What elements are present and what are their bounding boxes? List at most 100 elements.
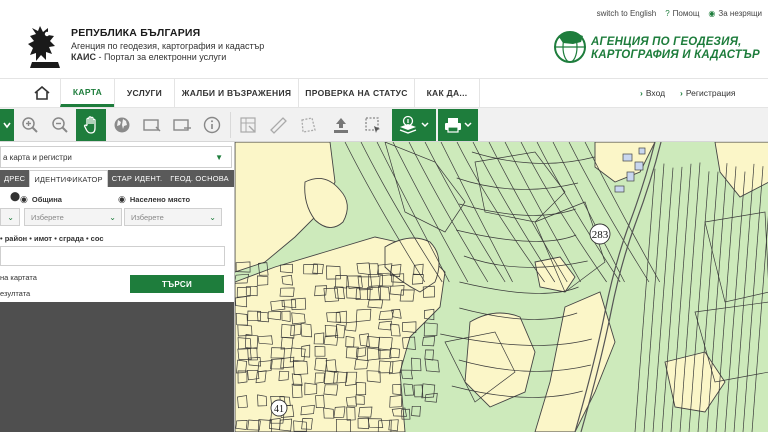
- agency-name-line2: КАРТОГРАФИЯ И КАДАСТЪР: [591, 49, 760, 61]
- settlement-select-value: Изберете: [131, 212, 164, 222]
- zoom-in-button[interactable]: [16, 109, 44, 141]
- question-icon: ?: [665, 9, 670, 18]
- portal-line: КАИС - Портал за електронни услуги: [71, 52, 321, 62]
- map-register-dropdown[interactable]: а карта и регистри ▼: [0, 146, 232, 168]
- map-label-41-text: 41: [274, 404, 284, 415]
- chevron-down-icon: ▼: [215, 153, 223, 162]
- switch-language-link[interactable]: switch to English: [597, 9, 657, 18]
- location-pin-icon: ◉: [118, 194, 126, 204]
- search-tabs: ДРЕС ИДЕНТИФИКАТОР СТАР ИДЕНТ. ГЕОД. ОСН…: [0, 170, 234, 187]
- coat-of-arms-logo: [28, 26, 60, 68]
- visually-impaired-link[interactable]: ◉ За незрящи: [708, 9, 762, 18]
- eye-icon: ◉: [708, 9, 716, 18]
- measure-grid-button[interactable]: [234, 109, 262, 141]
- info-icon: [203, 116, 221, 134]
- show-on-map-option[interactable]: на картата: [0, 273, 37, 282]
- visually-impaired-label: За незрящи: [718, 9, 762, 18]
- header: switch to English ? Помощ ◉ За незрящи Р…: [0, 0, 768, 76]
- nav-item-services[interactable]: УСЛУГИ: [114, 79, 174, 107]
- zoom-out-button[interactable]: [46, 109, 74, 141]
- brand-title: РЕПУБЛИКА БЪЛГАРИЯ: [71, 27, 201, 39]
- municipality-label: Община: [31, 195, 62, 204]
- brand-subtitle: Агенция по геодезия, картография и кадас…: [71, 41, 265, 51]
- help-link[interactable]: ? Помощ: [665, 9, 699, 18]
- agency-name-line1: АГЕНЦИЯ ПО ГЕОДЕЗИЯ,: [591, 36, 742, 48]
- page: switch to English ? Помощ ◉ За незрящи Р…: [0, 0, 768, 432]
- settlement-select[interactable]: Изберете ⌄: [124, 208, 222, 226]
- zoom-out-icon: [52, 117, 68, 133]
- ruler-button[interactable]: [264, 109, 292, 141]
- select-rectangle-icon: [143, 119, 161, 132]
- layers-icon: [399, 115, 429, 134]
- select-area-icon: [173, 119, 191, 131]
- chevron-down-icon: [3, 122, 11, 129]
- portal-prefix: КАИС: [71, 52, 96, 62]
- polygon-button[interactable]: [294, 109, 322, 141]
- tab-geodetic-base[interactable]: ГЕОД. ОСНОВА: [166, 170, 233, 187]
- portal-text: - Портал за електронни услуги: [95, 52, 227, 62]
- map-label-41: 41: [270, 399, 288, 417]
- chevron-down-icon: ⌄: [7, 213, 14, 222]
- polygon-icon: [301, 117, 316, 133]
- select-rectangle-button[interactable]: [138, 109, 166, 141]
- login-label: Вход: [645, 88, 666, 98]
- toolbar-divider: [230, 112, 231, 138]
- home-icon: [34, 86, 50, 100]
- select-dashed-button[interactable]: [358, 109, 388, 141]
- map-toolbar: [0, 108, 768, 142]
- cadastral-map[interactable]: 283 41: [234, 142, 768, 432]
- map-label-283: 283: [589, 223, 611, 245]
- select-area-button[interactable]: [168, 109, 196, 141]
- nav-item-how-to[interactable]: КАК ДА...: [414, 79, 480, 107]
- help-label: Помощ: [672, 9, 700, 18]
- home-button[interactable]: [28, 79, 56, 107]
- upload-icon: [334, 118, 348, 133]
- agency-globe-logo: [554, 31, 586, 63]
- menu-toggle-button[interactable]: [0, 109, 14, 141]
- map-label-283-text: 283: [592, 229, 609, 241]
- search-sidebar: а карта и регистри ▼ ДРЕС ИДЕНТИФИКАТОР …: [0, 142, 234, 432]
- tab-old-identifier[interactable]: СТАР ИДЕНТ.: [108, 170, 167, 187]
- globe-button[interactable]: [108, 109, 136, 141]
- layers-button[interactable]: [392, 109, 436, 141]
- region-select[interactable]: ⌄: [0, 208, 20, 226]
- search-button[interactable]: ТЪРСИ: [130, 275, 224, 293]
- tab-identifier[interactable]: ИДЕНТИФИКАТОР: [29, 170, 108, 187]
- location-pin-icon: ◉: [20, 194, 28, 204]
- ruler-icon: [270, 117, 287, 134]
- hand-icon: [83, 116, 96, 134]
- tab-address[interactable]: ДРЕС: [0, 170, 29, 187]
- measure-grid-icon: [240, 117, 256, 133]
- identifier-format-hint: • район • имот • сграда • сос: [0, 234, 104, 243]
- parcel-map-canvas[interactable]: 283 41: [235, 142, 768, 432]
- register-link[interactable]: › Регистрация: [680, 79, 736, 107]
- chevron-right-icon: ›: [680, 88, 683, 98]
- nav-item-map[interactable]: КАРТА: [60, 79, 114, 107]
- upload-button[interactable]: [326, 109, 356, 141]
- info-button[interactable]: [198, 109, 226, 141]
- pan-tool-button[interactable]: [76, 109, 106, 141]
- agency-block: АГЕНЦИЯ ПО ГЕОДЕЗИЯ, КАРТОГРАФИЯ И КАДАС…: [553, 27, 768, 65]
- municipality-select[interactable]: Изберете ⌄: [24, 208, 122, 226]
- nav-item-status-check[interactable]: ПРОВЕРКА НА СТАТУС: [298, 79, 414, 107]
- select-dashed-icon: [365, 117, 380, 133]
- location-pin-icon: ⬤: [10, 191, 21, 201]
- login-link[interactable]: › Вход: [640, 79, 665, 107]
- sidebar-results-panel: [0, 302, 234, 432]
- chevron-down-icon: ⌄: [209, 213, 216, 222]
- show-result-option[interactable]: езултата: [0, 289, 30, 298]
- municipality-select-value: Изберете: [31, 212, 64, 222]
- top-links: switch to English ? Помощ ◉ За незрящи: [597, 9, 762, 18]
- main-nav: КАРТА УСЛУГИ ЖАЛБИ И ВЪЗРАЖЕНИЯ ПРОВЕРКА…: [0, 78, 768, 108]
- nav-item-complaints[interactable]: ЖАЛБИ И ВЪЗРАЖЕНИЯ: [174, 79, 298, 107]
- map-register-dropdown-value: а карта и регистри: [3, 152, 72, 162]
- settlement-field-label: ◉ Населено място: [118, 194, 190, 205]
- brand-block: РЕПУБЛИКА БЪЛГАРИЯ Агенция по геодезия, …: [71, 27, 321, 62]
- print-button[interactable]: [438, 109, 478, 141]
- chevron-down-icon: ⌄: [109, 213, 116, 222]
- identifier-input[interactable]: [0, 246, 225, 266]
- globe-icon: [114, 117, 130, 133]
- chevron-right-icon: ›: [640, 88, 643, 98]
- register-label: Регистрация: [685, 88, 736, 98]
- printer-icon: [445, 118, 472, 133]
